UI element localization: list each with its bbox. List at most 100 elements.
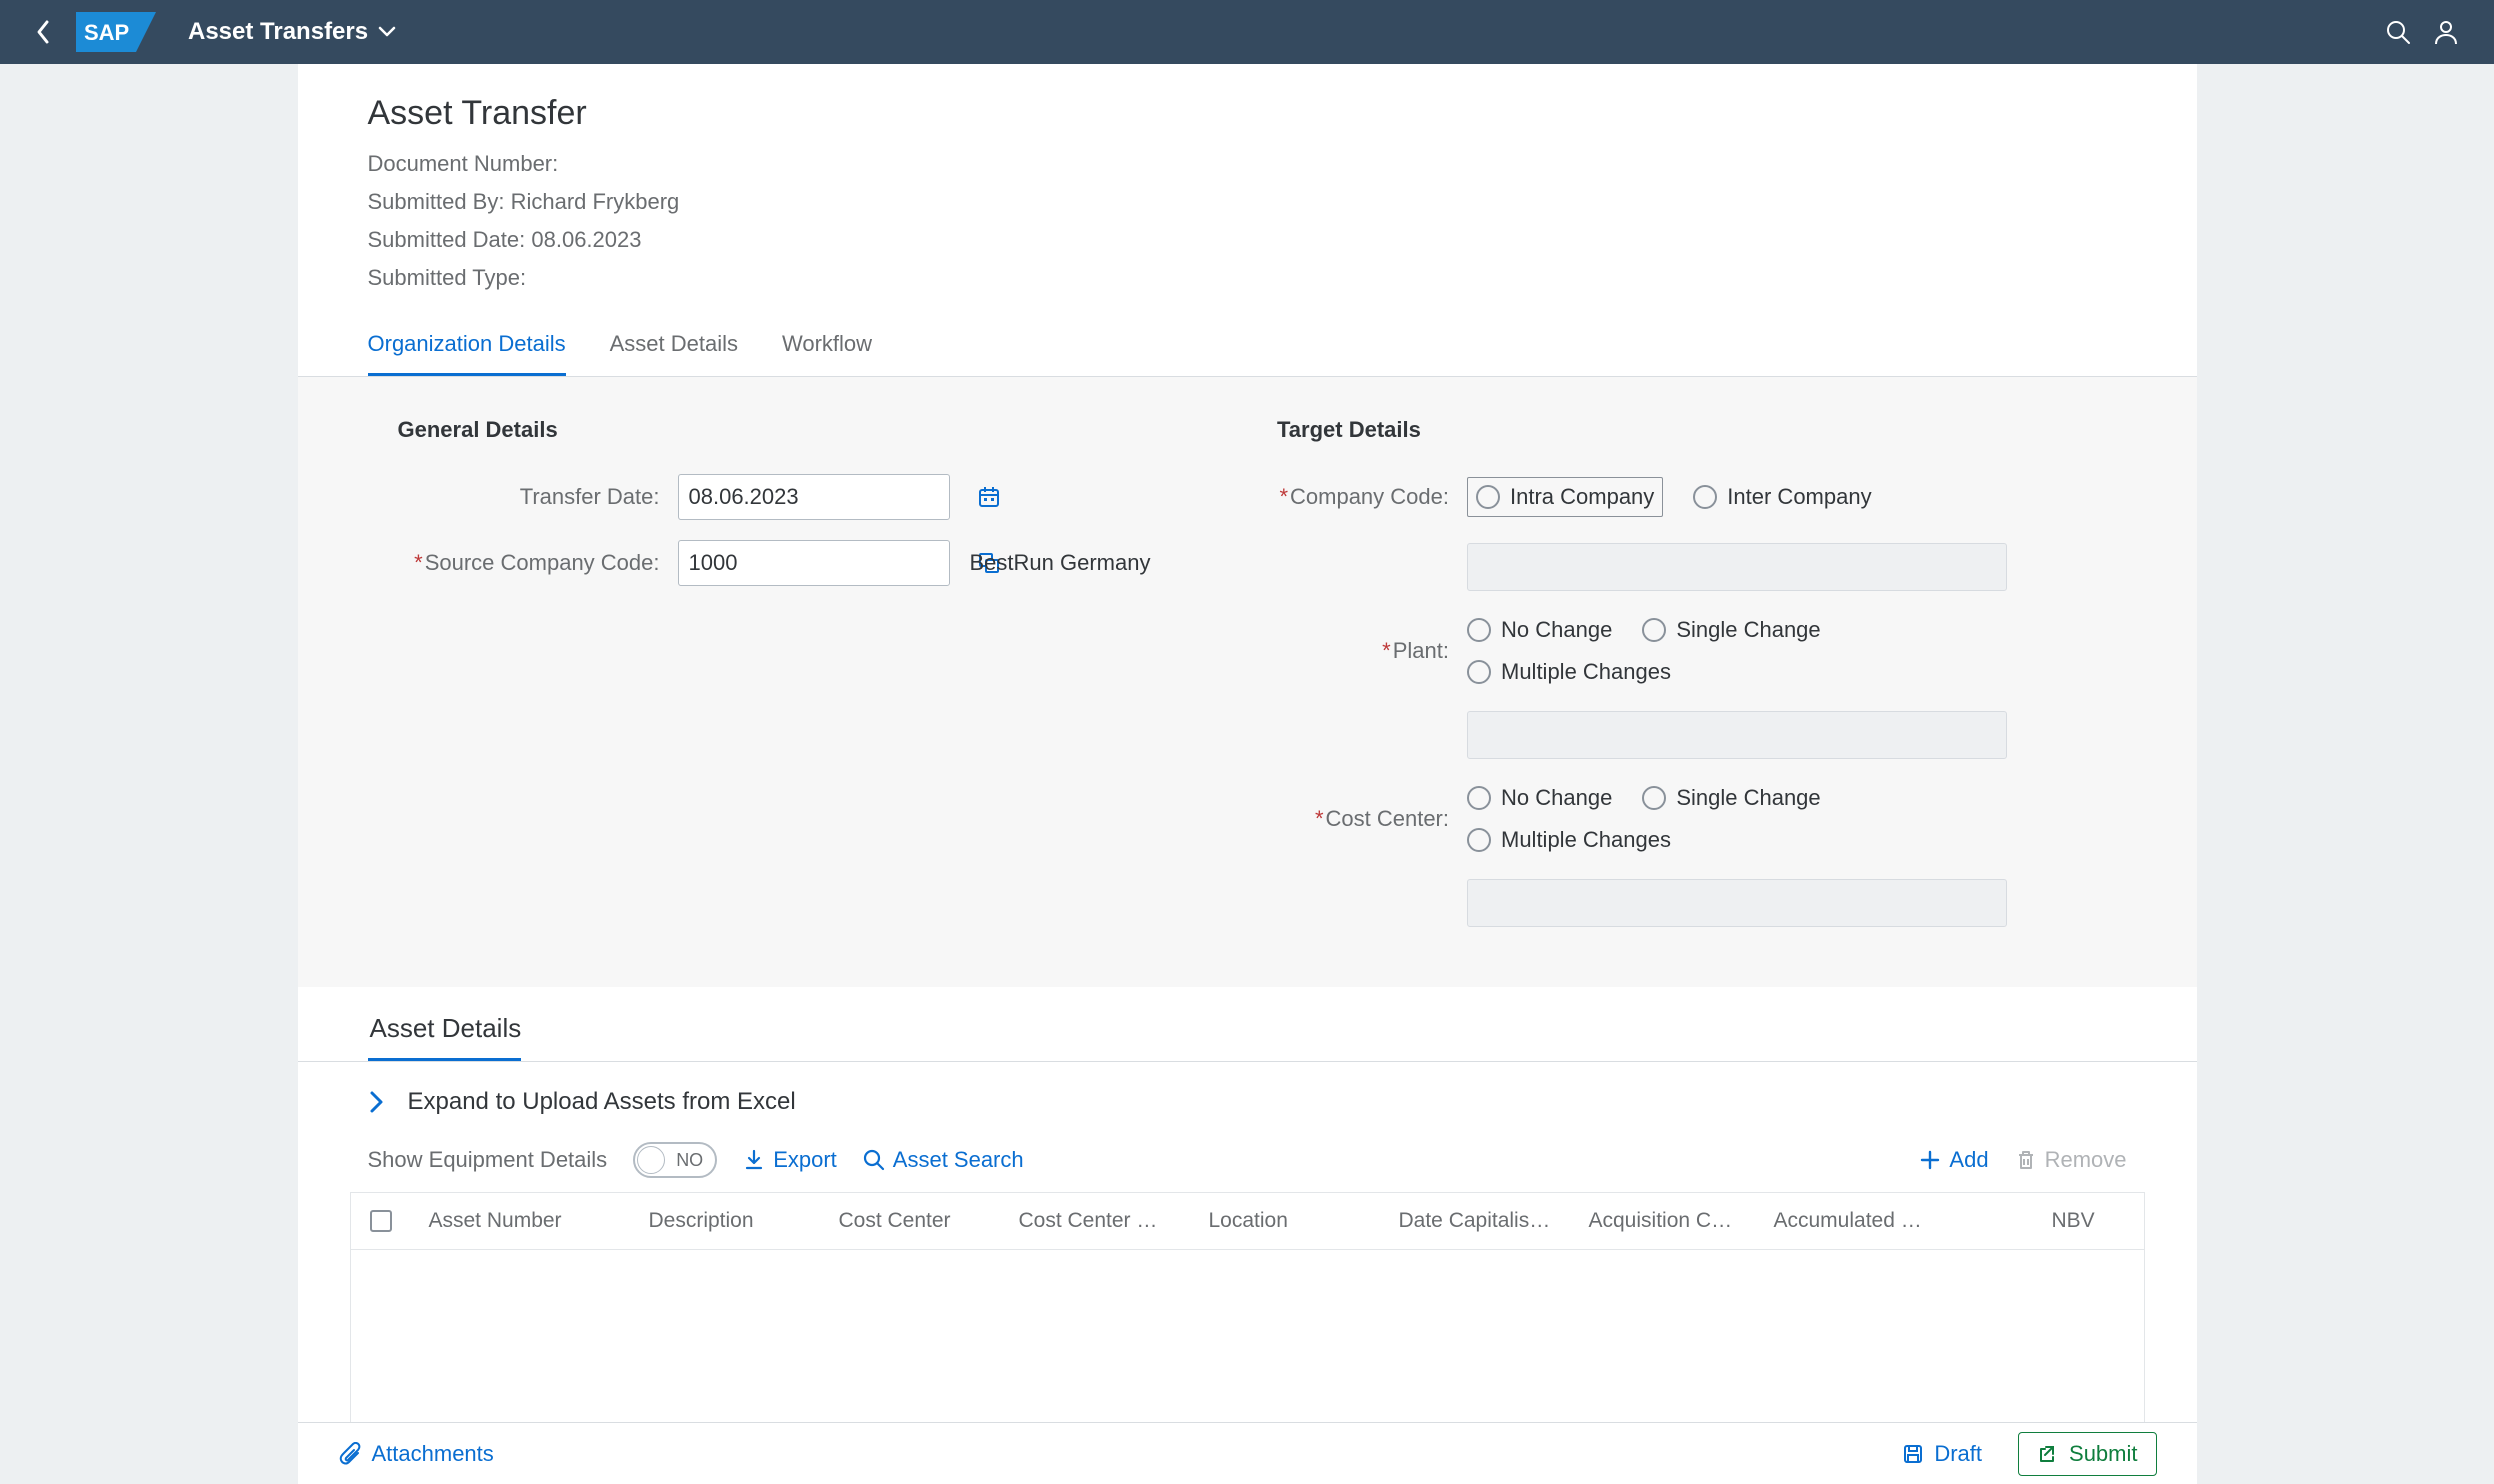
asset-search-button[interactable]: Asset Search	[863, 1147, 1024, 1173]
radio-cc-no-change-label: No Change	[1501, 785, 1612, 811]
transfer-date-input[interactable]	[689, 484, 977, 510]
add-button[interactable]: Add	[1919, 1147, 1988, 1173]
tab-organization-details[interactable]: Organization Details	[368, 331, 566, 376]
draft-label: Draft	[1934, 1441, 1982, 1467]
export-label: Export	[773, 1147, 837, 1173]
show-equipment-switch[interactable]: NO	[633, 1142, 717, 1178]
company-code-radio-group: Intra Company Inter Company	[1467, 477, 1872, 517]
plant-row: Plant: No Change Single Change Multip	[1277, 613, 2097, 689]
svg-text:SAP: SAP	[84, 20, 129, 45]
asset-details-tab[interactable]: Asset Details	[368, 1013, 522, 1061]
radio-plant-multi[interactable]: Multiple Changes	[1467, 655, 2055, 689]
radio-inter-company[interactable]: Inter Company	[1693, 480, 1871, 514]
page-scroll-area[interactable]: Asset Transfer Document Number: Submitte…	[298, 64, 2197, 1422]
switch-text: NO	[676, 1150, 703, 1171]
company-code-label: Company Code:	[1277, 484, 1467, 510]
radio-icon	[1642, 618, 1666, 642]
submitted-by-label: Submitted By:	[368, 189, 505, 214]
save-icon	[1902, 1443, 1924, 1465]
checkbox-icon	[370, 1210, 392, 1232]
tab-asset-details[interactable]: Asset Details	[610, 331, 738, 376]
col-nbv[interactable]: NBV	[2034, 1193, 2144, 1249]
submitted-date-value: 08.06.2023	[531, 227, 641, 252]
page-title: Asset Transfer	[368, 94, 2127, 133]
user-icon	[2433, 19, 2459, 45]
company-code-value-field	[1467, 543, 2007, 591]
attachments-button[interactable]: Attachments	[338, 1441, 494, 1467]
remove-button: Remove	[2015, 1147, 2127, 1173]
transfer-date-row: Transfer Date:	[398, 473, 1218, 521]
radio-cc-single[interactable]: Single Change	[1642, 781, 1820, 815]
company-code-row: Company Code: Intra Company Inter Compan…	[1277, 473, 2097, 521]
radio-plant-no-change[interactable]: No Change	[1467, 613, 1612, 647]
radio-intra-company[interactable]: Intra Company	[1467, 477, 1663, 517]
radio-icon	[1476, 485, 1500, 509]
expand-upload-panel[interactable]: Expand to Upload Assets from Excel	[298, 1062, 2197, 1142]
table-toolbar: Show Equipment Details NO Export Asset S…	[298, 1142, 2197, 1192]
radio-plant-single[interactable]: Single Change	[1642, 613, 1820, 647]
source-company-code-label: Source Company Code:	[398, 550, 678, 576]
user-button[interactable]	[2426, 12, 2466, 52]
draft-button[interactable]: Draft	[1884, 1433, 2000, 1475]
remove-label: Remove	[2045, 1147, 2127, 1173]
col-accumulated[interactable]: Accumulated …	[1756, 1193, 2034, 1249]
doc-number-label: Document Number:	[368, 151, 559, 176]
back-button[interactable]	[28, 16, 60, 48]
source-company-code-desc: BestRun Germany	[970, 550, 1151, 576]
asset-details-section: Asset Details	[298, 987, 2197, 1061]
col-location[interactable]: Location	[1191, 1193, 1381, 1249]
export-button[interactable]: Export	[743, 1147, 837, 1173]
paperclip-icon	[338, 1442, 362, 1466]
col-cost-center-desc[interactable]: Cost Center D…	[1001, 1193, 1191, 1249]
radio-icon	[1693, 485, 1717, 509]
chevron-left-icon	[34, 18, 54, 46]
source-company-code-input-wrapper	[678, 540, 950, 586]
switch-knob	[637, 1146, 665, 1174]
source-company-code-input[interactable]	[689, 550, 977, 576]
col-date-capitalised[interactable]: Date Capitalised	[1381, 1193, 1571, 1249]
submit-button[interactable]: Submit	[2018, 1432, 2156, 1476]
shell-header: SAP Asset Transfers	[0, 0, 2494, 64]
doc-number-row: Document Number:	[368, 151, 2127, 177]
date-picker-button[interactable]	[977, 483, 1001, 511]
show-equipment-label: Show Equipment Details	[368, 1147, 608, 1173]
col-acquisition-cost[interactable]: Acquisition Cost	[1571, 1193, 1756, 1249]
radio-icon	[1467, 618, 1491, 642]
download-icon	[743, 1149, 765, 1171]
search-icon	[863, 1149, 885, 1171]
icon-tab-bar: Organization Details Asset Details Workf…	[298, 303, 2197, 377]
submitted-type-row: Submitted Type:	[368, 265, 2127, 291]
general-details-heading: General Details	[398, 417, 1218, 443]
sap-logo: SAP	[76, 12, 156, 52]
trash-icon	[2015, 1149, 2037, 1171]
radio-plant-single-label: Single Change	[1676, 617, 1820, 643]
col-asset-number[interactable]: Asset Number	[411, 1193, 631, 1249]
app-title-button[interactable]: Asset Transfers	[188, 18, 396, 46]
sap-logo-icon: SAP	[76, 12, 156, 52]
plant-value-field	[1467, 711, 2007, 759]
radio-plant-multi-label: Multiple Changes	[1501, 659, 1671, 685]
submitted-date-label: Submitted Date:	[368, 227, 526, 252]
cost-center-row: Cost Center: No Change Single Change	[1277, 781, 2097, 857]
general-details-column: General Details Transfer Date: Source Co…	[368, 417, 1248, 927]
radio-icon	[1642, 786, 1666, 810]
cost-center-radio-group: No Change Single Change Multiple Changes	[1467, 781, 2055, 857]
tab-workflow[interactable]: Workflow	[782, 331, 872, 376]
radio-cc-no-change[interactable]: No Change	[1467, 781, 1612, 815]
submitted-by-row: Submitted By: Richard Frykberg	[368, 189, 2127, 215]
col-description[interactable]: Description	[631, 1193, 821, 1249]
radio-cc-multi[interactable]: Multiple Changes	[1467, 823, 2055, 857]
search-icon	[2385, 19, 2411, 45]
radio-icon	[1467, 786, 1491, 810]
add-label: Add	[1949, 1147, 1988, 1173]
submitted-by-value: Richard Frykberg	[511, 189, 680, 214]
col-cost-center[interactable]: Cost Center	[821, 1193, 1001, 1249]
chevron-right-icon	[368, 1089, 386, 1115]
radio-icon	[1467, 660, 1491, 684]
calendar-icon	[977, 485, 1001, 509]
select-all-cell[interactable]	[351, 1193, 411, 1249]
page-footer: Attachments Draft Submit	[298, 1422, 2197, 1484]
submitted-date-row: Submitted Date: 08.06.2023	[368, 227, 2127, 253]
radio-intra-company-label: Intra Company	[1510, 484, 1654, 510]
search-button[interactable]	[2378, 12, 2418, 52]
